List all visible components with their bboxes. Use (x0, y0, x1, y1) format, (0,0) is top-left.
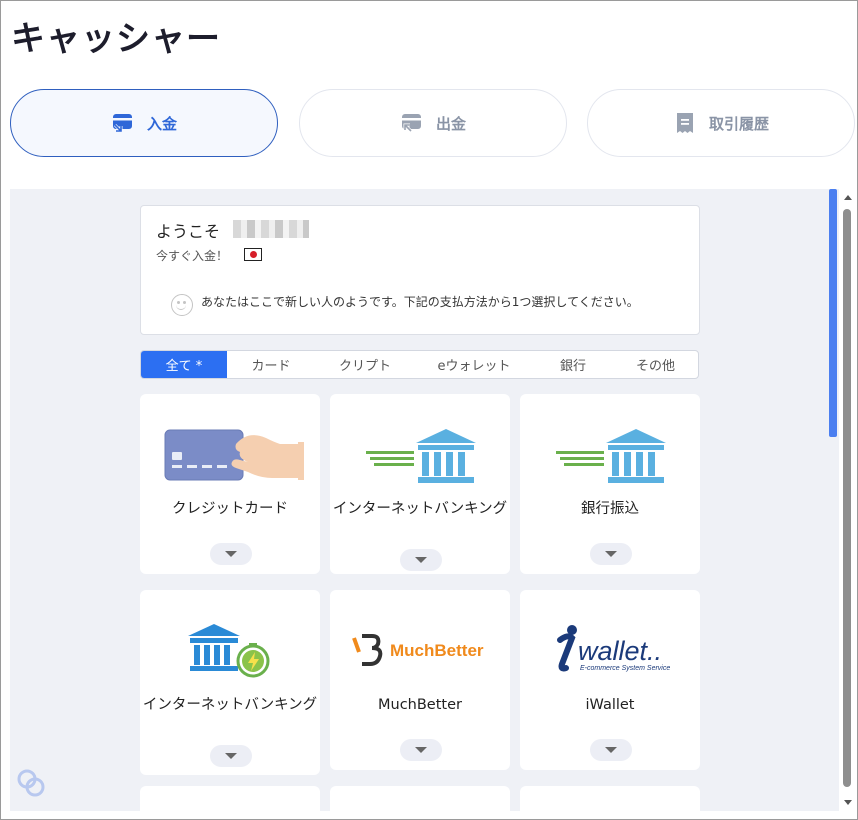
chevron-down-icon[interactable] (590, 739, 632, 761)
cashier-tabs: 入金 出金 取引履歴 (10, 89, 855, 157)
filter-ewallet[interactable]: eウォレット (415, 351, 533, 378)
tab-withdraw-label: 出金 (435, 114, 466, 133)
muchbetter-logo-text: MuchBetter (390, 641, 484, 660)
receipt-icon (676, 113, 693, 133)
method-card-internet-banking-fast[interactable]: インターネットバンキング (140, 590, 320, 775)
method-label: インターネットバンキング (332, 501, 508, 517)
withdraw-icon (401, 114, 421, 133)
tab-deposit[interactable]: 入金 (10, 89, 278, 157)
japan-flag-icon (244, 248, 262, 261)
scroll-accent-bar (829, 189, 837, 437)
method-card-credit-card[interactable]: クレジットカード (140, 394, 320, 574)
welcome-message: あなたはここで新しい人のようです。下記の支払方法から1つ選択してください。 (201, 295, 639, 309)
filter-crypto[interactable]: クリプト (315, 351, 415, 378)
muchbetter-logo: MuchBetter (352, 634, 484, 666)
credit-card-hand-icon (164, 429, 304, 481)
welcome-subtitle: 今すぐ入金！ (156, 249, 229, 263)
method-label: iWallet (585, 697, 635, 713)
bank-icon (556, 429, 666, 483)
method-card-internet-banking[interactable]: インターネットバンキング (330, 394, 510, 574)
method-label: MuchBetter (378, 697, 462, 713)
method-card-partial[interactable] (520, 786, 700, 811)
method-label: インターネットバンキング (142, 697, 318, 713)
scroll-thumb[interactable] (843, 209, 851, 787)
filter-all[interactable]: 全て * (141, 351, 227, 378)
tab-deposit-label: 入金 (146, 114, 177, 133)
method-filter-bar: 全て * カード クリプト eウォレット 銀行 その他 (140, 350, 699, 379)
payment-methods-panel: ようこそ 今すぐ入金！ あなたはここで新しい人のようです。下記の支払方法から1つ… (10, 189, 840, 811)
welcome-box: ようこそ 今すぐ入金！ あなたはここで新しい人のようです。下記の支払方法から1つ… (140, 205, 700, 335)
chevron-down-icon[interactable] (210, 745, 252, 767)
support-chat-icon[interactable] (15, 767, 49, 801)
iwallet-logo-subtext: E-commerce System Service (580, 665, 670, 672)
filter-other[interactable]: その他 (613, 351, 698, 378)
smiley-icon (171, 294, 193, 316)
method-label: 銀行振込 (581, 501, 639, 517)
tab-history[interactable]: 取引履歴 (587, 89, 855, 157)
tab-history-label: 取引履歴 (708, 114, 769, 133)
chevron-down-icon[interactable] (400, 739, 442, 761)
bank-icon (366, 429, 476, 483)
iwallet-logo: wallet.. E-commerce System Service (557, 625, 670, 672)
vertical-scrollbar[interactable] (839, 189, 855, 811)
tab-withdraw[interactable]: 出金 (299, 89, 567, 157)
bank-fast-icon (188, 624, 270, 678)
deposit-icon (112, 114, 132, 133)
blurred-username (233, 220, 309, 238)
method-card-partial[interactable] (140, 786, 320, 811)
method-card-iwallet[interactable]: wallet.. E-commerce System Service iWall… (520, 590, 700, 770)
method-label: クレジットカード (172, 501, 288, 517)
page-title: キャッシャー (11, 19, 221, 59)
scroll-up-arrow-icon[interactable] (844, 195, 852, 200)
scroll-down-arrow-icon[interactable] (844, 800, 852, 805)
method-card-bank-transfer[interactable]: 銀行振込 (520, 394, 700, 574)
chevron-down-icon[interactable] (590, 543, 632, 565)
chevron-down-icon[interactable] (400, 549, 442, 571)
method-card-partial[interactable] (330, 786, 510, 811)
iwallet-logo-text: wallet.. (578, 636, 662, 666)
filter-card[interactable]: カード (227, 351, 315, 378)
chevron-down-icon[interactable] (210, 543, 252, 565)
welcome-greeting: ようこそ (156, 222, 221, 241)
method-card-muchbetter[interactable]: MuchBetter MuchBetter (330, 590, 510, 770)
filter-bank[interactable]: 銀行 (533, 351, 613, 378)
